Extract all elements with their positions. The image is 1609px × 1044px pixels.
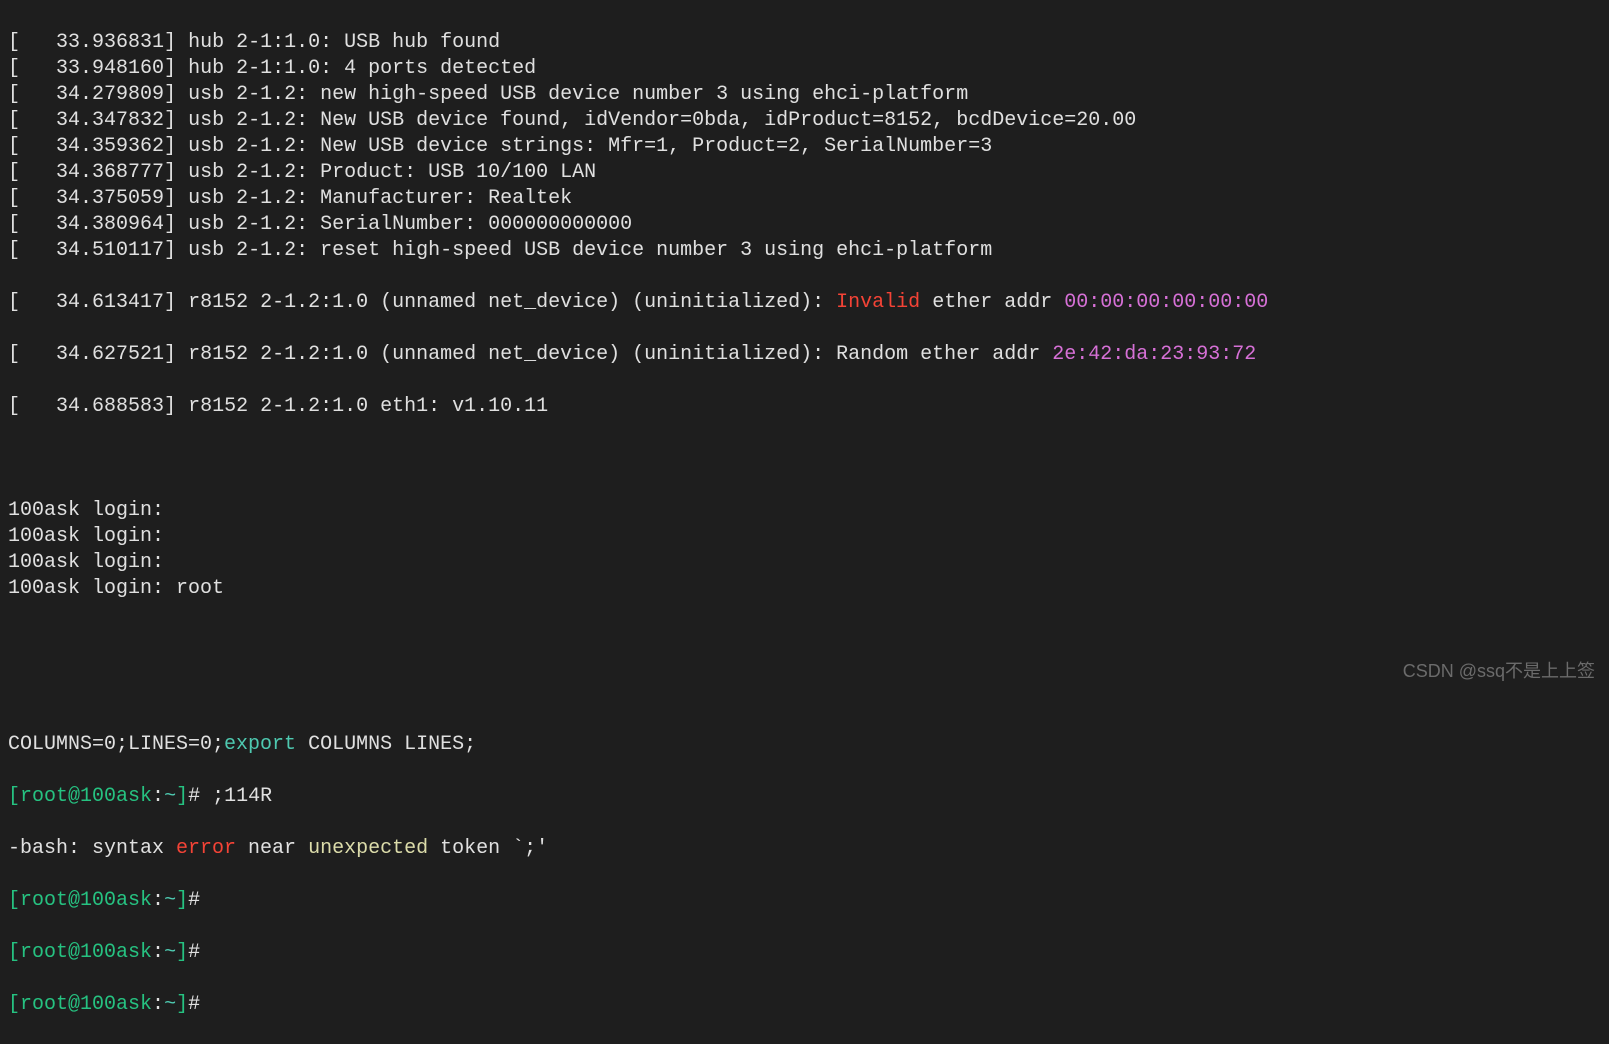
watermark-text: CSDN @ssq不是上上签 (1403, 660, 1595, 683)
blank-line (8, 628, 1601, 654)
export-line: COLUMNS=0;LINES=0;export COLUMNS LINES; (8, 732, 1601, 758)
kernel-log-last: [ 34.688583] r8152 2-1.2:1.0 eth1: v1.10… (8, 394, 1601, 420)
kernel-log-invalid: [ 34.613417] r8152 2-1.2:1.0 (unnamed ne… (8, 290, 1601, 316)
prompt-line-3[interactable]: [root@100ask:~]# (8, 940, 1601, 966)
kernel-log-line: [ 33.948160] hub 2-1:1.0: 4 ports detect… (8, 56, 1601, 82)
kernel-log-lines: [ 33.936831] hub 2-1:1.0: USB hub found[… (8, 30, 1601, 264)
prompt-line-1[interactable]: [root@100ask:~]# ;114R (8, 784, 1601, 810)
prompt-line-4[interactable]: [root@100ask:~]# (8, 992, 1601, 1018)
kernel-log-line: [ 34.368777] usb 2-1.2: Product: USB 10/… (8, 160, 1601, 186)
kernel-log-random: [ 34.627521] r8152 2-1.2:1.0 (unnamed ne… (8, 342, 1601, 368)
prompt-line-2[interactable]: [root@100ask:~]# (8, 888, 1601, 914)
kernel-log-line: [ 34.510117] usb 2-1.2: reset high-speed… (8, 238, 1601, 264)
login-prompt-line: 100ask login: (8, 524, 1601, 550)
login-prompt-line: 100ask login: (8, 498, 1601, 524)
kernel-log-line: [ 34.347832] usb 2-1.2: New USB device f… (8, 108, 1601, 134)
blank-line (8, 680, 1601, 706)
terminal-output[interactable]: [ 33.936831] hub 2-1:1.0: USB hub found[… (8, 4, 1601, 1044)
bash-error-line: -bash: syntax error near unexpected toke… (8, 836, 1601, 862)
kernel-log-line: [ 34.359362] usb 2-1.2: New USB device s… (8, 134, 1601, 160)
kernel-log-line: [ 33.936831] hub 2-1:1.0: USB hub found (8, 30, 1601, 56)
kernel-log-line: [ 34.375059] usb 2-1.2: Manufacturer: Re… (8, 186, 1601, 212)
kernel-log-line: [ 34.380964] usb 2-1.2: SerialNumber: 00… (8, 212, 1601, 238)
blank-line (8, 446, 1601, 472)
login-prompts: 100ask login:100ask login:100ask login:1… (8, 498, 1601, 602)
kernel-log-line: [ 34.279809] usb 2-1.2: new high-speed U… (8, 82, 1601, 108)
login-prompt-line: 100ask login: root (8, 576, 1601, 602)
login-prompt-line: 100ask login: (8, 550, 1601, 576)
